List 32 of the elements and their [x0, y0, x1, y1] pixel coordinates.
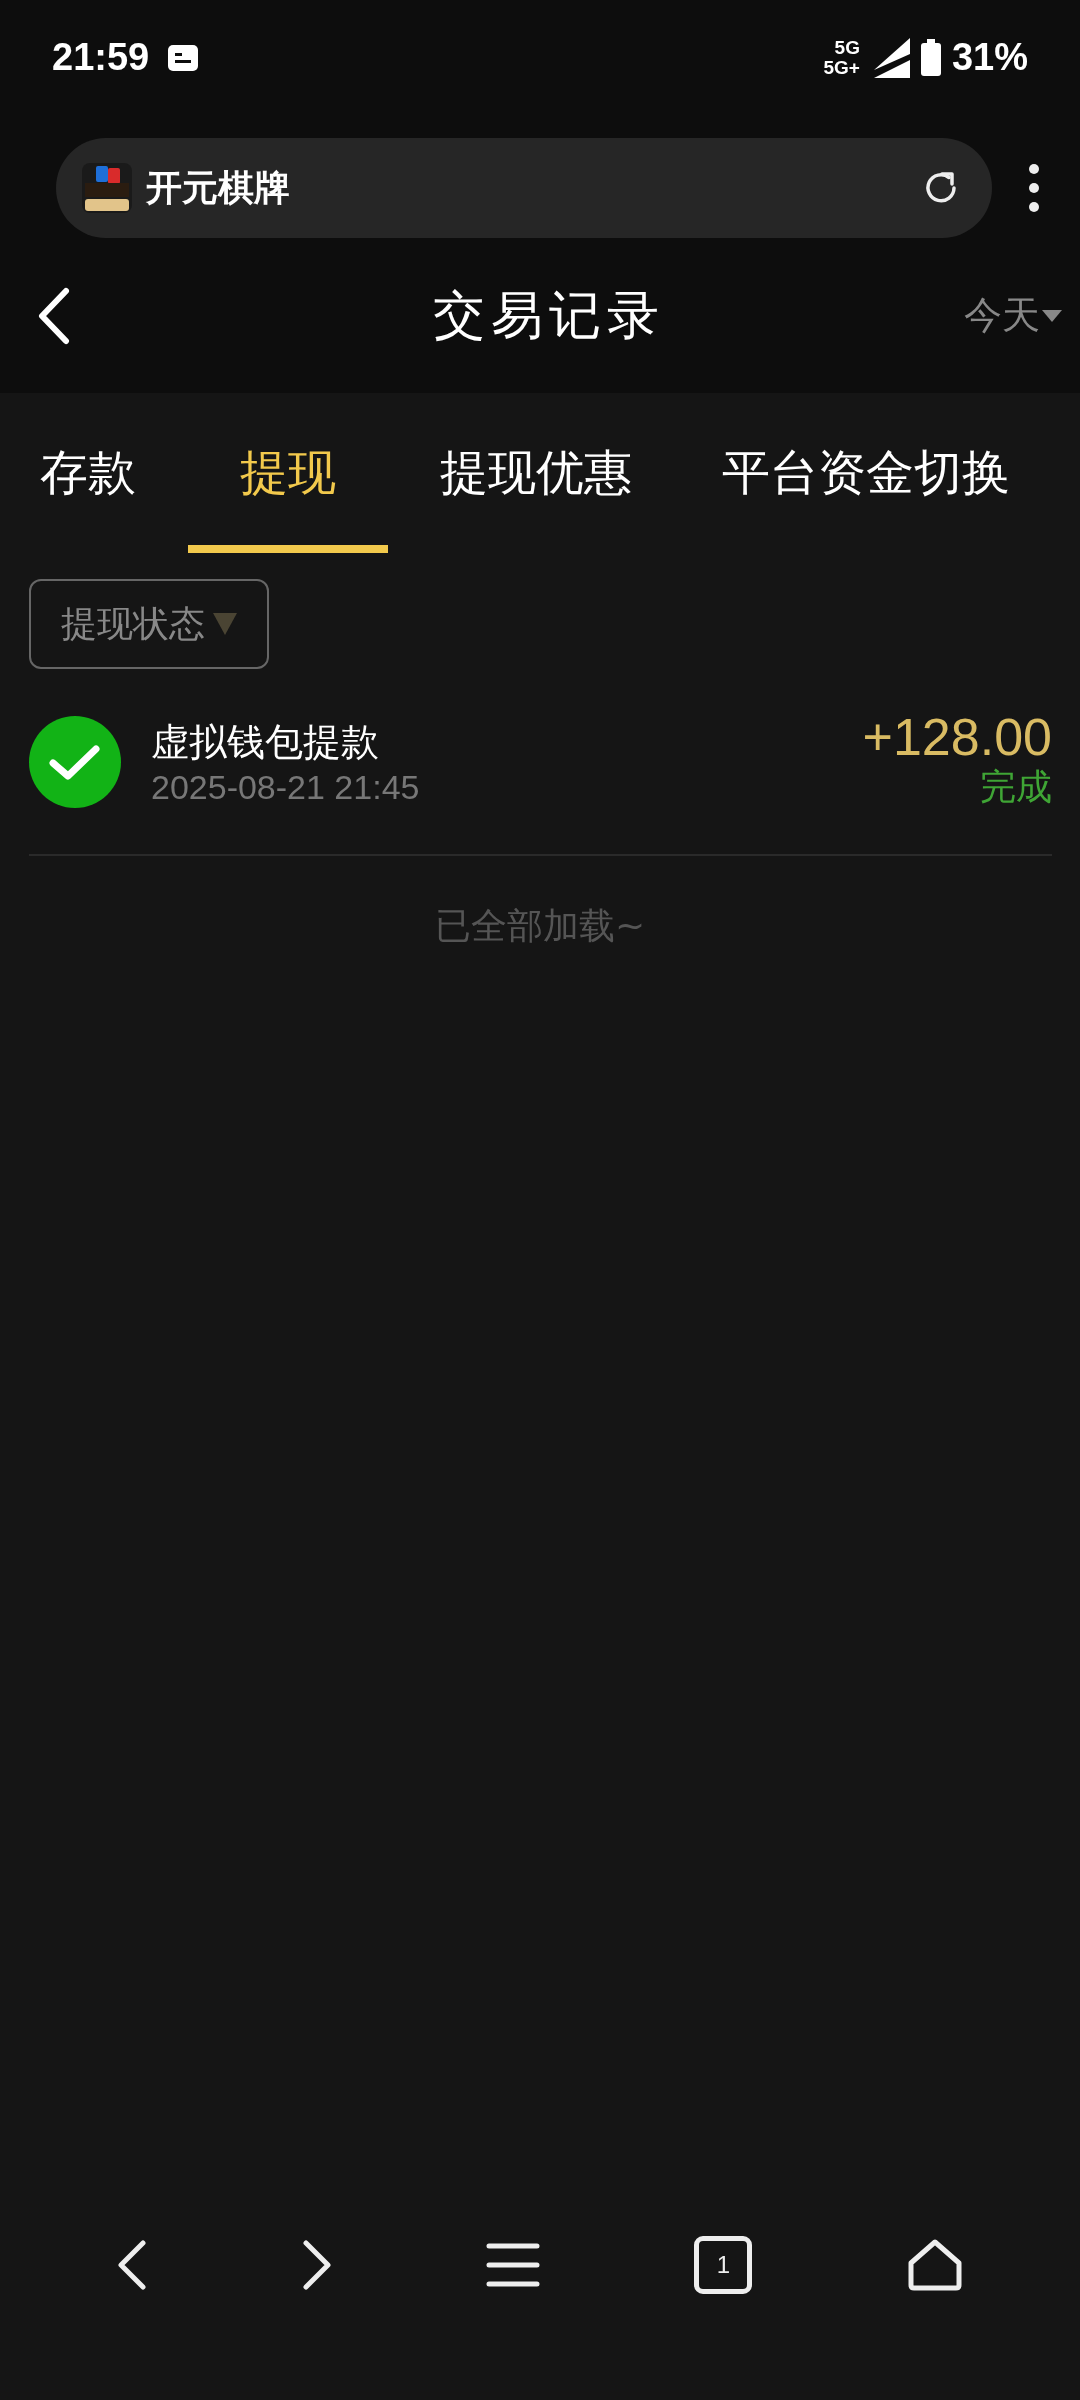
battery-percent: 31% [951, 36, 1028, 79]
status-time: 21:59 [52, 36, 150, 79]
dropdown-icon [1042, 309, 1062, 322]
status-filter[interactable]: 提现状态 [29, 579, 269, 669]
dropdown-icon [213, 613, 237, 635]
app-logo-icon [82, 163, 132, 213]
record-amount: +128.00 [862, 711, 1052, 763]
tab[interactable]: 存款 [0, 393, 188, 553]
tab[interactable]: 平台资金切换 [684, 393, 1020, 553]
check-icon [29, 715, 121, 808]
home-icon[interactable] [906, 2239, 963, 2291]
record-time: 2025-08-21 21:45 [151, 767, 421, 807]
date-filter[interactable]: 今天 [964, 290, 1062, 341]
signal-icon [873, 37, 910, 78]
page-title: 交易记录 [433, 283, 665, 347]
tabs-button[interactable]: 1 [694, 2236, 753, 2294]
record-title: 虚拟钱包提款 [151, 718, 380, 766]
battery-icon [919, 38, 942, 77]
tab[interactable]: 提现 [188, 393, 388, 553]
tab[interactable]: 提现优惠 [388, 393, 684, 553]
message-icon [167, 43, 200, 72]
forward-icon[interactable] [301, 2240, 332, 2290]
menu-icon[interactable] [485, 2243, 540, 2287]
end-of-list-note: 已全部加载~ [433, 904, 647, 948]
more-options-icon[interactable] [1028, 163, 1040, 213]
site-name: 开元棋牌 [146, 165, 291, 210]
address-bar[interactable]: 开元棋牌 [56, 138, 992, 238]
back-icon[interactable] [117, 2240, 148, 2290]
back-icon[interactable] [36, 286, 72, 345]
network-label: 5G [834, 37, 860, 58]
network-label: 5G+ [823, 57, 860, 78]
record-status: 完成 [980, 765, 1052, 809]
